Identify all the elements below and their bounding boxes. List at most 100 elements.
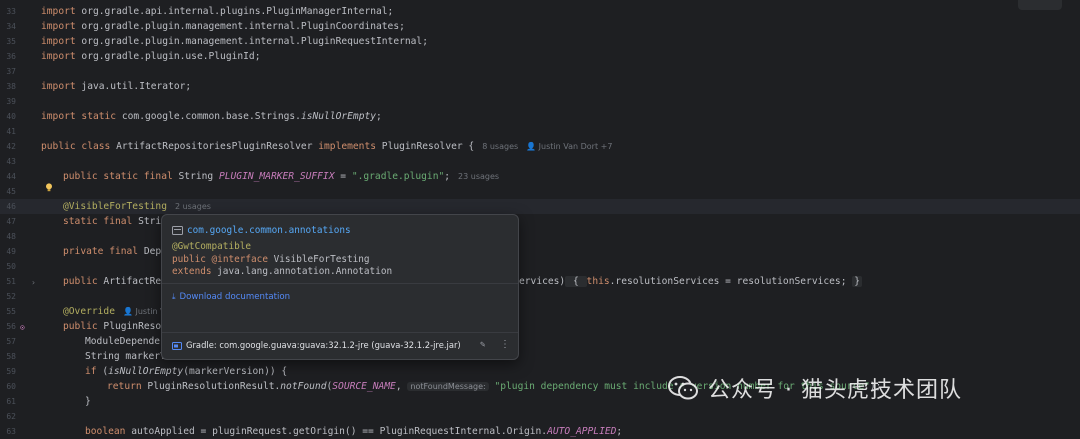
code-hint[interactable]: 👤 Justin Van Dort +7 xyxy=(526,142,612,151)
code-line[interactable]: 44 public static final String PLUGIN_MARK… xyxy=(0,169,1080,184)
code-text: private final Depe xyxy=(63,244,167,259)
quick-documentation-popup: com.google.common.annotations @GwtCompat… xyxy=(161,214,519,360)
code-line[interactable]: 38 import java.util.Iterator; xyxy=(0,79,1080,94)
code-token: ModuleDependen xyxy=(85,336,166,347)
code-text-tail: ervices) { this.resolutionServices = res… xyxy=(519,274,863,289)
line-number: 44 xyxy=(6,172,16,181)
code-text: public static final String PLUGIN_MARKER… xyxy=(63,169,499,184)
line-number: 37 xyxy=(6,67,16,76)
lightbulb-icon[interactable] xyxy=(45,183,53,192)
code-line[interactable]: 46 @VisibleForTesting 2 usages xyxy=(0,199,1080,214)
code-token: SOURCE_NAME xyxy=(332,381,396,392)
folded-brace: { xyxy=(565,276,587,287)
line-number: 51 xyxy=(6,277,16,286)
parameter-hint: notFoundMessage: xyxy=(407,382,489,391)
code-token: import xyxy=(41,81,76,92)
signature-token: VisibleForTesting xyxy=(267,253,370,265)
folded-brace: } xyxy=(852,276,863,287)
signature-token: extends xyxy=(172,266,212,277)
code-token: isNullOrEmpty xyxy=(108,366,184,377)
download-documentation-label: Download documentation xyxy=(179,292,291,302)
code-text: public ArtifactRep xyxy=(63,274,167,289)
line-number: 35 xyxy=(6,37,16,46)
code-line[interactable]: 40 import static com.google.common.base.S… xyxy=(0,109,1080,124)
code-hint[interactable]: 23 usages xyxy=(458,172,499,181)
code-token: com.google.common.base.Strings. xyxy=(116,111,301,122)
override-marker-icon[interactable]: ⊙ xyxy=(20,323,25,332)
code-token: if xyxy=(85,366,97,377)
code-token: notFound xyxy=(280,381,327,392)
package-icon xyxy=(172,225,183,235)
code-token: implements xyxy=(318,141,377,152)
code-token: .resolutionServices = resolutionServices… xyxy=(609,276,853,287)
code-token: , xyxy=(395,381,408,392)
code-line[interactable]: 42 public class ArtifactRepositoriesPlugi… xyxy=(0,139,1080,154)
library-icon xyxy=(172,342,182,350)
signature-token: java.lang.annotation.Annotation xyxy=(211,266,393,277)
code-text: @VisibleForTesting 2 usages xyxy=(63,199,211,214)
watermark: 公众号 · 猫头虎技术团队 xyxy=(668,368,1068,408)
code-token: java.util.Iterator; xyxy=(75,81,192,92)
code-line[interactable]: 43 xyxy=(0,154,1080,169)
code-token: String xyxy=(172,171,219,182)
library-name: Gradle: com.google.guava:guava:32.1.2-jr… xyxy=(186,340,461,350)
code-hint[interactable]: 2 usages xyxy=(175,202,211,211)
code-line[interactable]: 33 import org.gradle.api.internal.plugins… xyxy=(0,4,1080,19)
line-number: 47 xyxy=(6,217,16,226)
popup-footer: Gradle: com.google.guava:guava:32.1.2-jr… xyxy=(162,332,518,359)
download-documentation-link[interactable]: ⤓ Download documentation xyxy=(172,292,290,302)
code-token: public class xyxy=(41,141,111,152)
code-token: import xyxy=(41,6,76,17)
package-name[interactable]: com.google.common.annotations xyxy=(187,225,351,236)
line-number: 56 xyxy=(6,322,16,331)
wechat-logo-icon xyxy=(668,376,698,400)
code-line[interactable]: 34 import org.gradle.plugin.management.in… xyxy=(0,19,1080,34)
line-number: 45 xyxy=(6,187,16,196)
code-token: @Override xyxy=(63,306,115,317)
code-line[interactable]: 39 xyxy=(0,94,1080,109)
code-token: return xyxy=(107,381,142,392)
line-number: 60 xyxy=(6,382,16,391)
line-number: 36 xyxy=(6,52,16,61)
code-line[interactable]: 37 xyxy=(0,64,1080,79)
line-number: 39 xyxy=(6,97,16,106)
code-token: org.gradle.plugin.use.PluginId; xyxy=(75,51,261,62)
code-text: import static com.google.common.base.Str… xyxy=(41,109,382,124)
code-hint[interactable]: 8 usages xyxy=(482,142,518,151)
more-options-icon[interactable]: ⋮ xyxy=(500,339,510,350)
code-line[interactable]: 35 import org.gradle.plugin.management.in… xyxy=(0,34,1080,49)
code-line[interactable]: 62 xyxy=(0,409,1080,424)
code-token: import xyxy=(41,51,76,62)
code-token: ( xyxy=(96,366,109,377)
line-number: 49 xyxy=(6,247,16,256)
line-number: 57 xyxy=(6,337,16,346)
line-number: 33 xyxy=(6,7,16,16)
code-line[interactable]: 36 import org.gradle.plugin.use.PluginId; xyxy=(0,49,1080,64)
code-token: static final xyxy=(63,216,133,227)
code-hint[interactable]: 👤 Justin V xyxy=(123,307,166,316)
code-token: public static final xyxy=(63,171,173,182)
code-line[interactable]: 45 xyxy=(0,184,1080,199)
code-token: public xyxy=(63,321,98,332)
code-token: org.gradle.plugin.management.internal.Pl… xyxy=(75,21,405,32)
code-token: this xyxy=(586,276,610,287)
code-line[interactable]: 41 xyxy=(0,124,1080,139)
declaration-signature: @GwtCompatible public @interface VisibleF… xyxy=(172,241,392,279)
signature-line: @GwtCompatible xyxy=(172,241,392,254)
code-token: ; xyxy=(444,171,451,182)
code-token: ArtifactRepositoriesPluginResolver xyxy=(110,141,319,152)
code-token: = xyxy=(334,171,352,182)
package-row: com.google.common.annotations xyxy=(172,223,351,237)
fold-chevron-icon[interactable]: › xyxy=(31,278,36,287)
editor-toolbar-button[interactable] xyxy=(1018,0,1062,10)
signature-token: public xyxy=(172,253,206,265)
line-number: 58 xyxy=(6,352,16,361)
code-text: public class ArtifactRepositoriesPluginR… xyxy=(41,139,612,154)
line-number: 40 xyxy=(6,112,16,121)
code-token: PLUGIN_MARKER_SUFFIX xyxy=(218,171,335,182)
code-text: String markerVe xyxy=(85,349,172,364)
code-text: ModuleDependen xyxy=(85,334,166,349)
edit-source-icon[interactable]: ✎ xyxy=(480,340,485,350)
code-text: import org.gradle.plugin.management.inte… xyxy=(41,19,405,34)
code-token: } xyxy=(85,396,91,407)
